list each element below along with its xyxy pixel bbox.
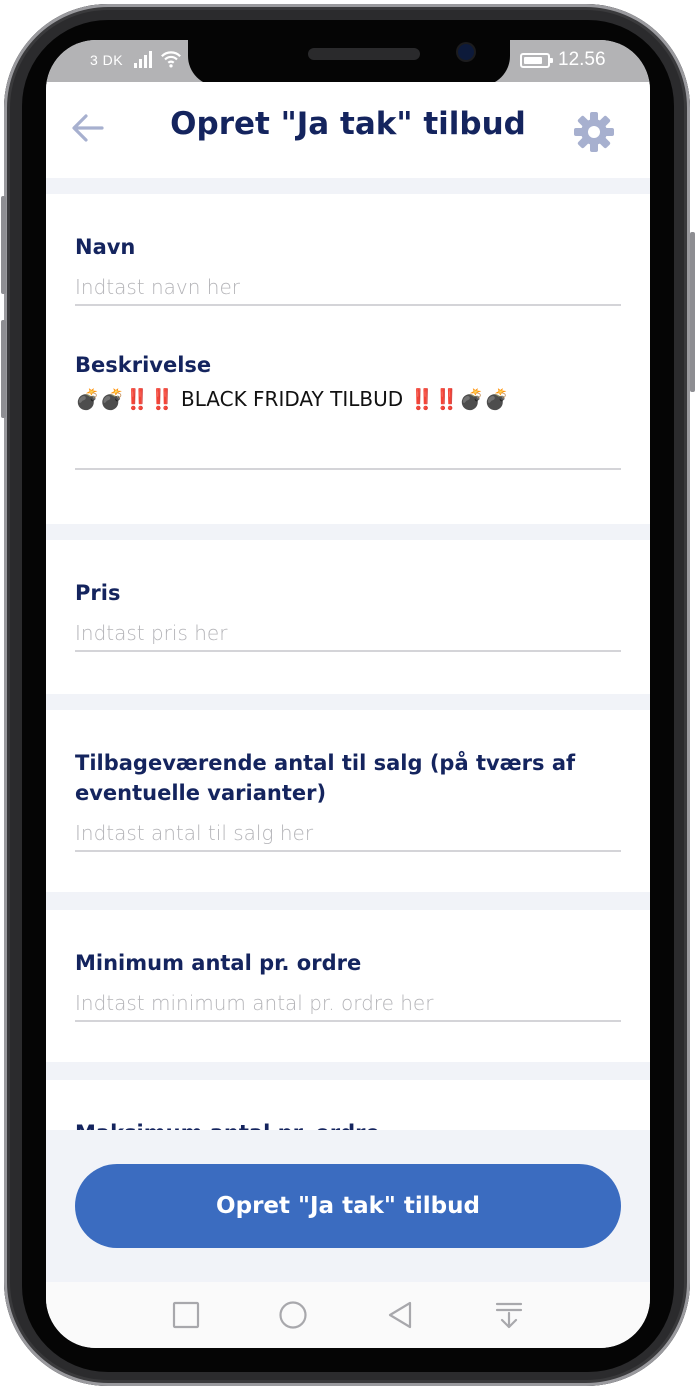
page-title: Opret "Ja tak" tilbud: [170, 106, 526, 142]
maximum-label: Maksimum antal pr. ordre: [75, 1118, 621, 1130]
gear-icon[interactable]: [572, 110, 616, 154]
front-camera: [458, 44, 474, 60]
volume-down-button: [1, 320, 6, 418]
bottom-action-area: Opret "Ja tak" tilbud: [46, 1130, 650, 1282]
price-input[interactable]: [75, 616, 621, 652]
form-content[interactable]: Navn Beskrivelse 💣💣‼️‼️ BLACK FRIDAY TIL…: [46, 178, 650, 1130]
carrier-label: 3 DK: [90, 52, 124, 68]
remaining-label: Tilbageværende antal til salg (på tværs …: [75, 751, 576, 805]
field-remaining: Tilbageværende antal til salg (på tværs …: [75, 748, 621, 852]
name-label: Navn: [75, 235, 136, 259]
card-maximum: Maksimum antal pr. ordre: [46, 1080, 650, 1130]
triangle-back-icon[interactable]: [385, 1300, 415, 1330]
camera-notch: [188, 40, 510, 86]
minimum-input[interactable]: [75, 986, 621, 1022]
price-label: Pris: [75, 581, 121, 605]
battery-icon: [520, 53, 553, 68]
description-label: Beskrivelse: [75, 353, 212, 377]
description-input[interactable]: 💣💣‼️‼️ BLACK FRIDAY TILBUD ‼️‼️💣💣: [75, 382, 621, 470]
field-price: Pris: [75, 578, 621, 652]
app-header: Opret "Ja tak" tilbud: [46, 82, 650, 178]
card-price: Pris: [46, 540, 650, 694]
circle-icon[interactable]: [278, 1300, 308, 1330]
minimum-label: Minimum antal pr. ordre: [75, 951, 362, 975]
card-basic-info: Navn Beskrivelse 💣💣‼️‼️ BLACK FRIDAY TIL…: [46, 194, 650, 524]
status-bar: 3 DK 12.56: [46, 40, 650, 86]
field-name: Navn: [75, 232, 621, 306]
wifi-icon: [161, 51, 181, 68]
field-maximum: Maksimum antal pr. ordre: [75, 1118, 621, 1130]
create-offer-button[interactable]: Opret "Ja tak" tilbud: [75, 1164, 621, 1248]
square-icon[interactable]: [171, 1300, 201, 1330]
field-description: Beskrivelse 💣💣‼️‼️ BLACK FRIDAY TILBUD ‼…: [75, 350, 621, 470]
screen: 3 DK 12.56 Opret "Ja tak" tilbud Navn In…: [46, 40, 650, 1348]
system-nav-bar: [46, 1282, 650, 1348]
volume-up-button: [1, 196, 6, 294]
power-button: [690, 232, 695, 392]
speaker-grille: [308, 48, 420, 60]
card-minimum: Minimum antal pr. ordre: [46, 910, 650, 1062]
clock: 12.56: [558, 49, 606, 70]
card-remaining: Tilbageværende antal til salg (på tværs …: [46, 710, 650, 892]
name-input[interactable]: [75, 270, 621, 306]
remaining-input[interactable]: [75, 816, 621, 852]
notification-pull-icon[interactable]: [494, 1300, 524, 1330]
field-minimum: Minimum antal pr. ordre: [75, 948, 621, 1022]
signal-icon: [134, 50, 156, 68]
